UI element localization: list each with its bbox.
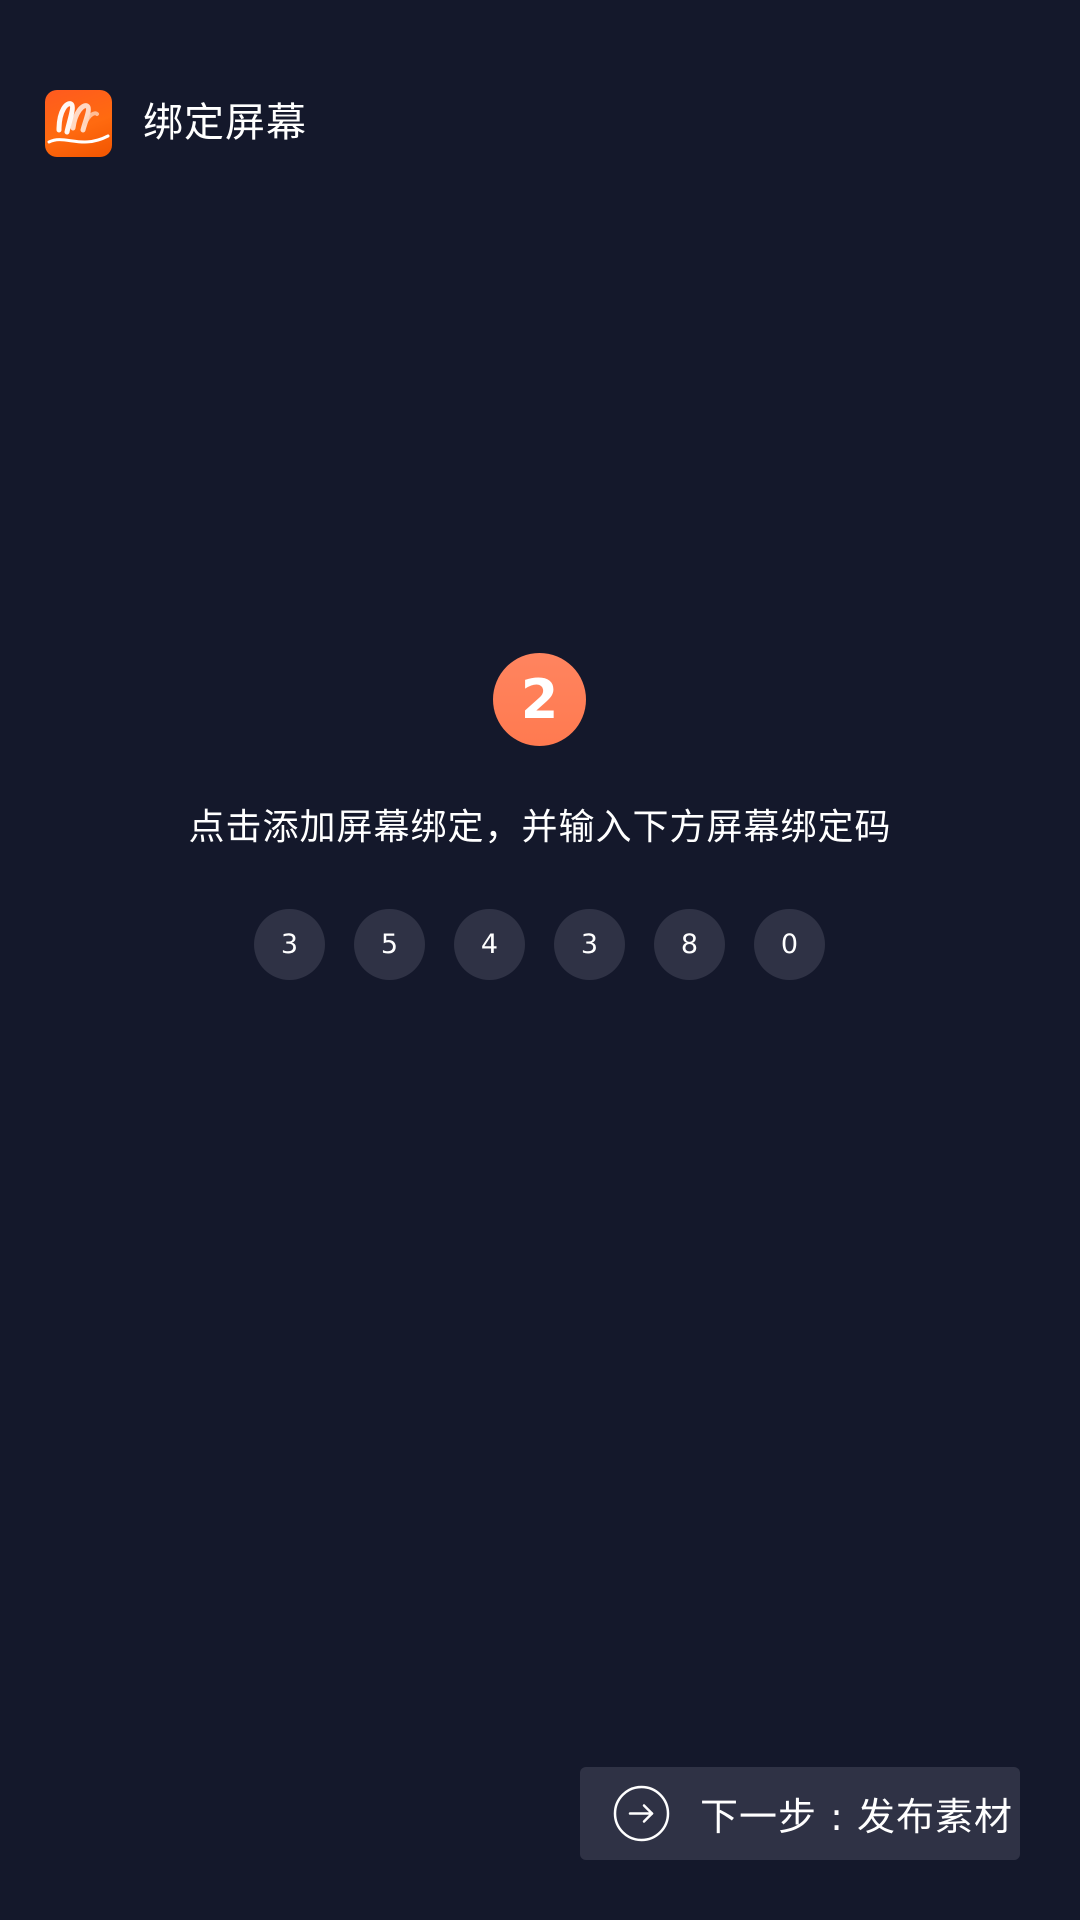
binding-code-digit: 3 <box>554 909 625 980</box>
binding-code: 3 5 4 3 8 0 <box>254 909 825 980</box>
header: 绑定屏幕 <box>45 90 307 157</box>
instruction-text: 点击添加屏幕绑定，并输入下方屏幕绑定码 <box>188 807 892 848</box>
binding-code-digit: 4 <box>454 909 525 980</box>
page-title: 绑定屏幕 <box>143 100 307 146</box>
app-logo-icon <box>45 90 112 157</box>
binding-code-digit: 3 <box>254 909 325 980</box>
step-number-badge: 2 <box>493 653 586 746</box>
next-step-button[interactable]: 下一步 : 发布素材 <box>580 1767 1020 1860</box>
binding-code-digit: 8 <box>654 909 725 980</box>
arrow-right-circle-icon <box>613 1785 670 1842</box>
binding-code-digit: 5 <box>354 909 425 980</box>
binding-code-digit: 0 <box>754 909 825 980</box>
next-step-label: 下一步 : 发布素材 <box>700 1795 1013 1839</box>
